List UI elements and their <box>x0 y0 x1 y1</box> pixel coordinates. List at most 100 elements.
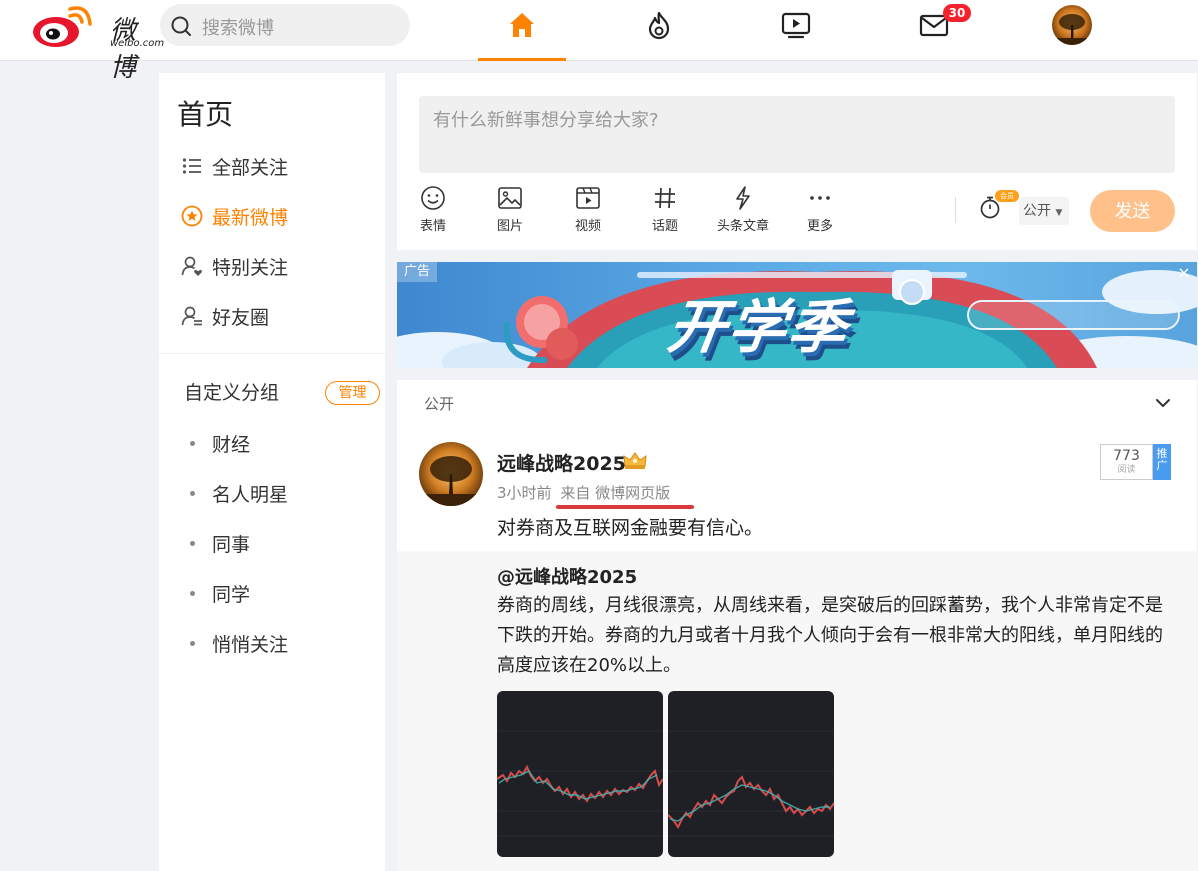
nav-video[interactable] <box>776 5 816 45</box>
post-meta: 3小时前 来自 微博网页版 <box>497 482 670 503</box>
caret-down-icon: ▼ <box>1055 208 1063 218</box>
sidebar-item-latest[interactable]: 最新微博 <box>181 201 288 231</box>
nav-hot[interactable] <box>639 5 679 45</box>
tool-image[interactable]: 图片 <box>480 185 540 235</box>
toolbar-divider <box>955 197 956 223</box>
tool-topic[interactable]: 话题 <box>635 185 695 235</box>
group-item-celebrity[interactable]: 名人明星 <box>190 479 288 507</box>
manage-groups-button[interactable]: 管理 <box>325 381 380 405</box>
message-count-badge: 30 <box>943 4 971 22</box>
post-author-avatar[interactable] <box>419 442 483 506</box>
feed-card: 公开 远峰战略2025 3小时前 来自 微博网页版 773 阅读 推广 对券商及… <box>397 380 1197 871</box>
post-composer: 有什么新鲜事想分享给大家? 表情 图片 视频 话题 头条文章 更多 会员 公开 … <box>397 73 1197 250</box>
repost-text: 券商的周线，月线很漂亮，从周线来看，是突破后的回踩蓄势，我个人非常肯定不是下跌的… <box>497 595 1163 676</box>
flame-icon <box>648 11 670 40</box>
repost-author[interactable]: @远峰战略2025 <box>497 563 637 589</box>
group-label: 财经 <box>212 433 251 456</box>
banner-title: 开学季 <box>663 293 854 361</box>
nav-home[interactable] <box>502 5 542 45</box>
bullet-icon <box>190 540 195 546</box>
post-image-chart[interactable] <box>668 691 834 857</box>
group-item-secret[interactable]: 悄悄关注 <box>190 629 288 657</box>
send-button[interactable]: 发送 <box>1090 190 1175 232</box>
lightning-icon <box>736 186 750 210</box>
promote-button[interactable]: 推广 <box>1153 444 1171 480</box>
ad-label: 广告 <box>397 262 437 282</box>
hashtag-icon <box>655 187 675 209</box>
visibility-value: 公开 <box>1023 203 1051 219</box>
group-item-finance[interactable]: 财经 <box>190 429 250 457</box>
tool-label: 视频 <box>574 219 601 234</box>
search-box[interactable]: 搜索微博 <box>160 4 410 46</box>
group-item-classmate[interactable]: 同学 <box>190 579 250 607</box>
banner-decoration <box>967 300 1180 330</box>
group-item-colleague[interactable]: 同事 <box>190 529 250 557</box>
weibo-eye-icon <box>33 6 92 47</box>
feed-visibility-header: 公开 <box>424 395 455 413</box>
more-icon <box>810 196 830 200</box>
tree-sunset-avatar <box>419 442 483 506</box>
tool-video[interactable]: 视频 <box>558 185 618 235</box>
tool-label: 表情 <box>419 219 446 234</box>
post-source: 来自 微博网页版 <box>560 484 671 502</box>
sidebar-item-label: 特别关注 <box>212 256 289 279</box>
group-label: 同事 <box>212 533 251 556</box>
post-image-chart[interactable] <box>497 691 663 857</box>
logo-subtext: weibo.com <box>110 38 165 49</box>
bullet-icon <box>190 440 195 446</box>
candlestick-chart-thumbnail <box>497 730 663 837</box>
weibo-logo[interactable]: 微博 weibo.com <box>30 6 164 83</box>
chevron-down-icon[interactable] <box>1152 392 1174 414</box>
visibility-select[interactable]: 公开 ▼ <box>1019 197 1069 225</box>
bullet-icon <box>190 490 195 496</box>
star-circle-icon <box>181 205 203 227</box>
user-heart-icon <box>181 255 203 277</box>
post-author-name[interactable]: 远峰战略2025 <box>497 449 626 476</box>
sidebar-item-all-follow[interactable]: 全部关注 <box>181 151 288 181</box>
top-navigation: 微博 weibo.com 搜索微博 30 <box>0 0 1198 83</box>
vip-tag: 会员 <box>995 190 1019 202</box>
video-play-icon <box>781 12 811 39</box>
tool-more[interactable]: 更多 <box>790 185 850 235</box>
image-icon <box>498 187 522 209</box>
post-text: 对券商及互联网金融要有信心。 <box>497 517 764 539</box>
candlestick-chart-thumbnail <box>668 730 834 837</box>
read-count-box: 773 阅读 <box>1100 444 1153 480</box>
smile-icon <box>421 186 445 210</box>
tree-sunset-avatar <box>1052 5 1092 45</box>
sidebar-item-label: 最新微博 <box>212 206 289 229</box>
composer-input[interactable]: 有什么新鲜事想分享给大家? <box>419 96 1175 173</box>
source-highlight-underline <box>556 505 694 509</box>
read-label: 阅读 <box>1117 465 1136 475</box>
sidebar-item-special[interactable]: 特别关注 <box>181 251 288 281</box>
tool-emoji[interactable]: 表情 <box>403 185 463 235</box>
home-icon <box>510 13 534 37</box>
list-icon <box>181 155 203 177</box>
group-label: 名人明星 <box>212 483 289 506</box>
sidebar-title: 首页 <box>177 98 234 131</box>
bullet-icon <box>190 640 195 646</box>
reposted-content[interactable]: @远峰战略2025 券商的周线，月线很漂亮，从周线来看，是突破后的回踩蓄势，我个… <box>397 551 1197 871</box>
tool-label: 话题 <box>651 219 678 234</box>
user-friends-icon <box>181 305 203 327</box>
sidebar-divider <box>159 353 385 354</box>
search-icon <box>171 16 191 36</box>
read-count: 773 <box>1113 448 1140 464</box>
video-icon <box>576 187 600 209</box>
sidebar-item-label: 全部关注 <box>212 156 289 179</box>
nav-active-indicator <box>478 58 566 61</box>
bullet-icon <box>190 590 195 596</box>
vip-crown-icon <box>623 452 647 469</box>
group-label: 同学 <box>212 583 251 606</box>
tool-label: 更多 <box>806 219 833 234</box>
ad-banner[interactable]: 开学季 广告 × <box>397 262 1197 368</box>
tool-article[interactable]: 头条文章 <box>713 185 773 235</box>
group-label: 悄悄关注 <box>212 633 289 656</box>
search-input[interactable]: 搜索微博 <box>202 14 274 40</box>
left-sidebar: 首页 全部关注 最新微博 特别关注 好友圈 自定义分组 管理 财经 名人明星 同… <box>159 73 385 871</box>
custom-group-title: 自定义分组 <box>184 382 280 404</box>
post-time[interactable]: 3小时前 <box>497 484 552 502</box>
sidebar-item-friends[interactable]: 好友圈 <box>181 301 269 331</box>
user-avatar[interactable] <box>1052 5 1092 45</box>
close-ad-icon[interactable]: × <box>1175 264 1193 282</box>
